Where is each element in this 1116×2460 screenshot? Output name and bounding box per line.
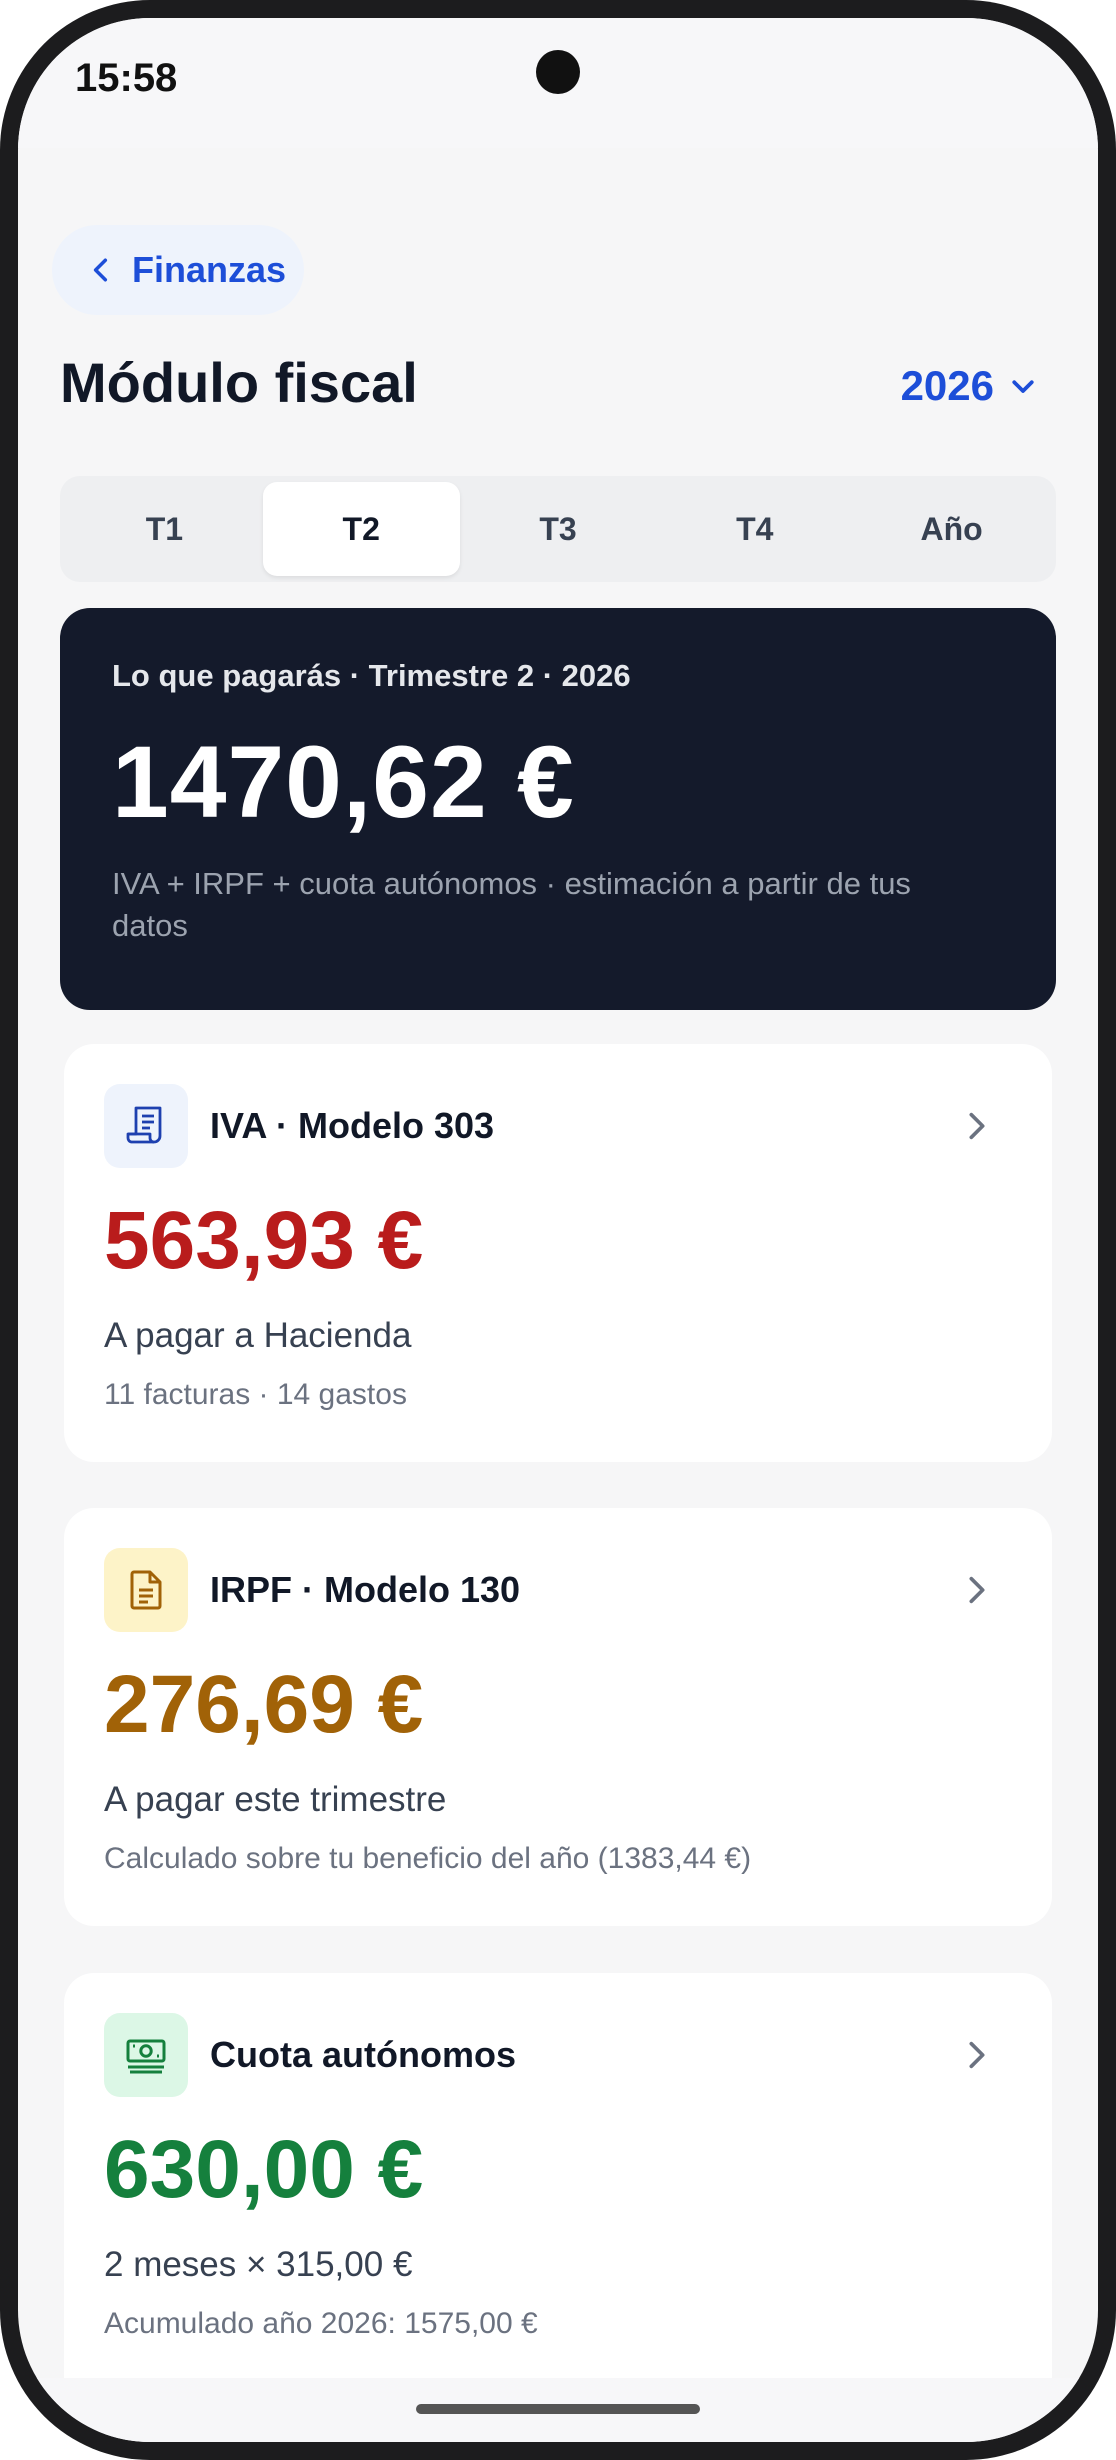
camera-cutout [536, 50, 580, 94]
tab-t2[interactable]: T2 [262, 482, 460, 576]
iva-amount: 563,93 € [104, 1195, 424, 1286]
iva-card-title: IVA · Modelo 303 [210, 1105, 495, 1146]
status-bar: 15:58 [18, 18, 1098, 148]
status-time: 15:58 [75, 56, 178, 100]
autonomos-subtitle: 2 meses × 315,00 € [104, 2245, 413, 2284]
summary-label: Lo que pagarás · Trimestre 2 · 2026 [112, 658, 631, 693]
autonomos-card[interactable]: Cuota autónomos 630,00 € 2 meses × 315,0… [64, 1973, 1052, 2413]
document-icon [104, 1548, 188, 1632]
page-title: Módulo fiscal [60, 351, 418, 414]
summary-card: Lo que pagarás · Trimestre 2 · 2026 1470… [60, 608, 1056, 1010]
irpf-meta: Calculado sobre tu beneficio del año (13… [104, 1842, 752, 1875]
chevron-left-icon [93, 258, 108, 282]
tab-t3[interactable]: T3 [460, 482, 657, 576]
tab-year[interactable]: Año [853, 482, 1050, 576]
autonomos-card-title: Cuota autónomos [210, 2034, 516, 2075]
year-selector[interactable]: 2026 [901, 362, 1038, 410]
quarter-tabs: T1 T2 T3 T4 Año [60, 476, 1056, 582]
chevron-down-icon [1012, 380, 1034, 393]
home-indicator[interactable] [416, 2404, 700, 2414]
screen: 15:58 Finanzas Módulo fiscal 2026 T1 T2 … [18, 18, 1098, 2442]
tab-t4[interactable]: T4 [656, 482, 853, 576]
autonomos-amount: 630,00 € [104, 2124, 424, 2215]
year-selector-value: 2026 [900, 362, 994, 409]
tab-t1[interactable]: T1 [66, 482, 263, 576]
iva-meta: 11 facturas · 14 gastos [104, 1378, 407, 1411]
iva-card[interactable]: IVA · Modelo 303 563,93 € A pagar a Haci… [64, 1044, 1052, 1462]
irpf-subtitle: A pagar este trimestre [104, 1780, 447, 1819]
chevron-right-icon [969, 1112, 985, 1140]
irpf-card-title: IRPF · Modelo 130 [210, 1569, 521, 1610]
chevron-right-icon [969, 2041, 985, 2069]
back-button[interactable]: Finanzas [52, 225, 304, 315]
summary-note: IVA + IRPF + cuota autónomos · estimació… [112, 866, 911, 943]
summary-amount: 1470,62 € [112, 725, 575, 839]
device-frame: 15:58 Finanzas Módulo fiscal 2026 T1 T2 … [0, 0, 1116, 2460]
back-button-label: Finanzas [132, 249, 287, 290]
chevron-right-icon [969, 1576, 985, 1604]
banknote-icon [104, 2013, 188, 2097]
receipt-icon [104, 1084, 188, 1168]
irpf-card[interactable]: IRPF · Modelo 130 276,69 € A pagar este … [64, 1508, 1052, 1926]
autonomos-meta: Acumulado año 2026: 1575,00 € [104, 2307, 538, 2340]
iva-subtitle: A pagar a Hacienda [104, 1316, 412, 1355]
irpf-amount: 276,69 € [104, 1659, 424, 1750]
